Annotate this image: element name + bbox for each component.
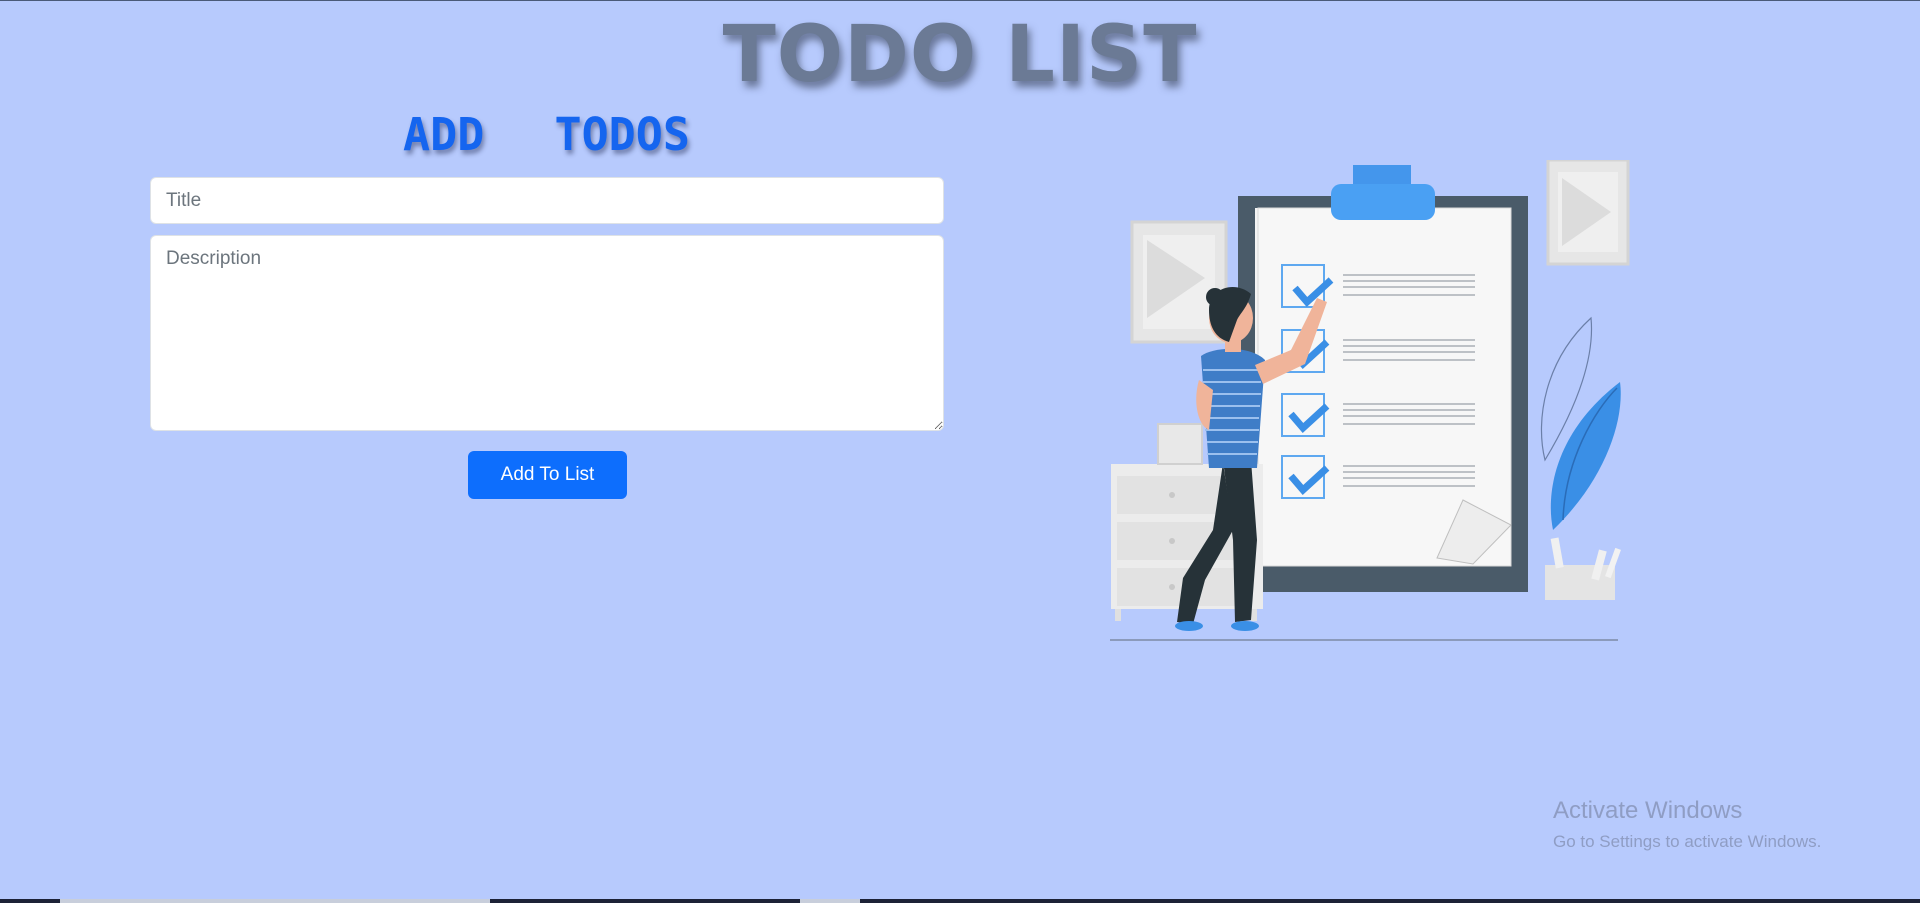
add-todos-heading: ADD TODOS <box>403 108 690 161</box>
top-border <box>0 0 1920 1</box>
watermark-subtitle: Go to Settings to activate Windows. <box>1553 832 1822 851</box>
watermark-title: Activate Windows <box>1553 797 1743 824</box>
title-input[interactable] <box>150 177 944 224</box>
page-title: TODO LIST <box>722 10 1198 100</box>
add-to-list-button[interactable]: Add To List <box>468 451 627 499</box>
description-textarea[interactable] <box>150 235 944 431</box>
windows-activation-watermark: Activate Windows Go to Settings to activ… <box>1553 796 1821 854</box>
checklist-illustration-icon <box>1110 160 1630 641</box>
taskbar-edge <box>0 899 1920 903</box>
